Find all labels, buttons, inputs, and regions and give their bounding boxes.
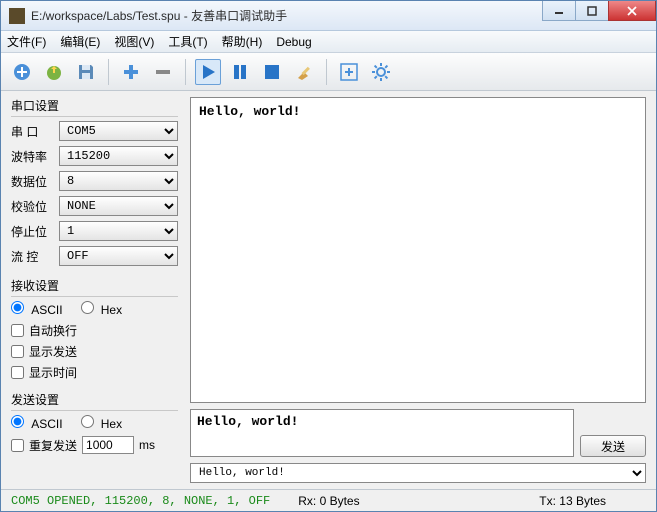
databits-select[interactable]: 8: [59, 171, 178, 191]
send-group: 发送设置 ASCII Hex 重复发送 ms: [11, 391, 178, 458]
right-panel: Hello, world! Hello, world! 发送 Hello, wo…: [186, 91, 656, 489]
send-button[interactable]: 发送: [580, 435, 646, 457]
left-panel: 串口设置 串 口 COM5 波特率 115200 数据位 8 校验位 NONE 停止位 1…: [1, 91, 186, 489]
showsend-check[interactable]: [11, 345, 24, 358]
repeat-label: 重复发送: [29, 437, 77, 454]
plus-icon[interactable]: [118, 59, 144, 85]
history-select[interactable]: Hello, world!: [190, 463, 646, 483]
window-buttons: [543, 1, 656, 30]
toolbar-sep: [185, 59, 186, 85]
new-icon[interactable]: [9, 59, 35, 85]
clear-icon[interactable]: [291, 59, 317, 85]
menu-tools[interactable]: 工具(T): [168, 33, 207, 50]
stopbits-label: 停止位: [11, 223, 53, 240]
close-button[interactable]: [608, 1, 656, 21]
menubar: 文件(F) 编辑(E) 视图(V) 工具(T) 帮助(H) Debug: [1, 31, 656, 53]
parity-label: 校验位: [11, 198, 53, 215]
menu-view[interactable]: 视图(V): [114, 33, 154, 50]
send-hex-radio[interactable]: Hex: [81, 415, 123, 432]
serial-group: 串口设置 串 口 COM5 波特率 115200 数据位 8 校验位 NONE 停止位 1…: [11, 97, 178, 271]
app-icon: [9, 8, 25, 24]
status-tx: Tx: 13 Bytes: [539, 494, 606, 508]
flow-select[interactable]: OFF: [59, 246, 178, 266]
serial-title: 串口设置: [11, 97, 178, 117]
gear-icon[interactable]: [368, 59, 394, 85]
window-title: E:/workspace/Labs/Test.spu - 友善串口调试助手: [31, 7, 543, 24]
recv-ascii-radio[interactable]: ASCII: [11, 301, 63, 318]
pause-icon[interactable]: [227, 59, 253, 85]
status-rx: Rx: 0 Bytes: [298, 494, 359, 508]
showtime-label: 显示时间: [29, 364, 77, 381]
repeat-check[interactable]: [11, 439, 24, 452]
toolbar-sep: [326, 59, 327, 85]
send-title: 发送设置: [11, 391, 178, 411]
minus-icon[interactable]: [150, 59, 176, 85]
stopbits-select[interactable]: 1: [59, 221, 178, 241]
stop-icon[interactable]: [259, 59, 285, 85]
recv-hex-radio[interactable]: Hex: [81, 301, 123, 318]
statusbar: COM5 OPENED, 115200, 8, NONE, 1, OFF Rx:…: [1, 489, 656, 511]
autowrap-label: 自动换行: [29, 322, 77, 339]
menu-file[interactable]: 文件(F): [7, 33, 46, 50]
repeat-value[interactable]: [82, 436, 134, 454]
autowrap-check[interactable]: [11, 324, 24, 337]
toolbar: [1, 53, 656, 91]
open-icon[interactable]: [41, 59, 67, 85]
baud-label: 波特率: [11, 148, 53, 165]
titlebar: E:/workspace/Labs/Test.spu - 友善串口调试助手: [1, 1, 656, 31]
main-body: 串口设置 串 口 COM5 波特率 115200 数据位 8 校验位 NONE 停止位 1…: [1, 91, 656, 489]
repeat-unit: ms: [139, 438, 155, 452]
play-icon[interactable]: [195, 59, 221, 85]
recv-group: 接收设置 ASCII Hex 自动换行 显示发送 显示时间: [11, 277, 178, 385]
port-label: 串 口: [11, 123, 53, 140]
menu-help[interactable]: 帮助(H): [222, 33, 263, 50]
port-select[interactable]: COM5: [59, 121, 178, 141]
menu-debug[interactable]: Debug: [276, 35, 311, 49]
send-row: Hello, world! 发送: [190, 409, 646, 457]
status-connection: COM5 OPENED, 115200, 8, NONE, 1, OFF: [11, 494, 270, 508]
toolbar-sep: [108, 59, 109, 85]
databits-label: 数据位: [11, 173, 53, 190]
parity-select[interactable]: NONE: [59, 196, 178, 216]
minimize-button[interactable]: [542, 1, 576, 21]
flow-label: 流 控: [11, 248, 53, 265]
recv-title: 接收设置: [11, 277, 178, 297]
app-window: E:/workspace/Labs/Test.spu - 友善串口调试助手 文件…: [0, 0, 657, 512]
save-icon[interactable]: [73, 59, 99, 85]
showsend-label: 显示发送: [29, 343, 77, 360]
send-ascii-radio[interactable]: ASCII: [11, 415, 63, 432]
baud-select[interactable]: 115200: [59, 146, 178, 166]
menu-edit[interactable]: 编辑(E): [60, 33, 100, 50]
showtime-check[interactable]: [11, 366, 24, 379]
send-textarea[interactable]: Hello, world!: [190, 409, 574, 457]
receive-textarea[interactable]: Hello, world!: [190, 97, 646, 403]
maximize-button[interactable]: [575, 1, 609, 21]
add-panel-icon[interactable]: [336, 59, 362, 85]
